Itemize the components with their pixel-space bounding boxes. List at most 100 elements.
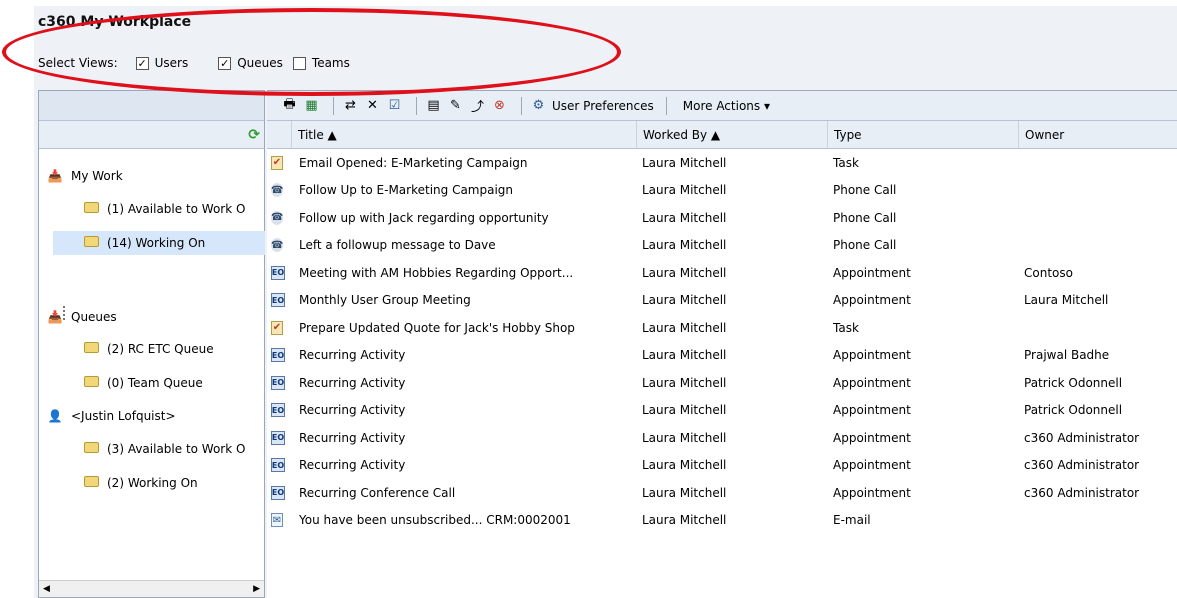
table-row[interactable]: EO Recurring Conference Call Laura Mitchel… <box>267 479 1177 507</box>
row-title[interactable]: Recurring Activity <box>299 397 634 425</box>
row-title[interactable]: Left a followup message to Dave <box>299 232 634 260</box>
row-title[interactable]: Recurring Activity <box>299 452 634 480</box>
row-title[interactable]: Prepare Updated Quote for Jack's Hobby S… <box>299 314 634 342</box>
row-worked-by: Laura Mitchell <box>642 513 727 528</box>
table-row[interactable]: ✔ Prepare Updated Quote for Jack's Hobby … <box>267 314 1177 342</box>
row-worked-by: Laura Mitchell <box>642 430 727 445</box>
tree-node-team-queue[interactable]: (0) Team Queue <box>81 371 203 395</box>
row-title[interactable]: Recurring Activity <box>299 342 634 370</box>
toolbar-separator <box>521 96 522 115</box>
column-header-title[interactable]: Title ▲ <box>291 121 636 149</box>
row-type-icon-cell: ☎ <box>271 177 291 205</box>
table-row[interactable]: ☎ Follow up with Jack regarding opportuni… <box>267 204 1177 232</box>
folder-icon <box>81 376 101 390</box>
row-type-icon-cell: ☎ <box>271 204 291 232</box>
row-title[interactable]: Email Opened: E-Marketing Campaign <box>299 149 634 177</box>
appointment-icon: EO <box>271 348 285 363</box>
tree-node-label: (0) Team Queue <box>107 376 203 390</box>
grid-rows: ✔ Email Opened: E-Marketing Campaign Laura… <box>267 149 1177 534</box>
assign-icon[interactable]: ⇄ <box>342 97 359 114</box>
users-checkbox[interactable]: ✓ Users <box>135 56 189 70</box>
tree-node-justin-lofquist[interactable]: 👤 <Justin Lofquist> <box>45 404 176 428</box>
checkbox-users-box[interactable]: ✓ <box>135 56 149 70</box>
row-type: Task <box>833 320 859 335</box>
tree-node-label: My Work <box>71 169 123 183</box>
toolbar-separator <box>416 96 417 115</box>
user-preferences-button[interactable]: User Preferences <box>552 99 654 113</box>
queues-checkbox-label: Queues <box>237 56 283 70</box>
row-title[interactable]: Monthly User Group Meeting <box>299 287 634 315</box>
table-row[interactable]: EO Recurring Activity Laura Mitchell Appoin… <box>267 452 1177 480</box>
row-title[interactable]: Follow up with Jack regarding opportunit… <box>299 204 634 232</box>
row-type: Task <box>833 155 859 170</box>
mark-complete-icon[interactable]: ☑ <box>386 97 403 114</box>
user-folder-icon: 📥 <box>47 310 63 324</box>
grid-toolbar: 🖶 ▦ ⇄ ✕ ☑ ▤ ✎ ⤴ ⊗ ⚙ User Preferences Mor… <box>267 91 1177 121</box>
tree-node-label: Queues <box>71 310 117 324</box>
table-row[interactable]: ✔ Email Opened: E-Marketing Campaign Laura… <box>267 149 1177 177</box>
teams-checkbox[interactable]: Teams <box>292 56 350 70</box>
row-type-icon-cell: EO <box>271 369 291 397</box>
toolbar-separator <box>333 96 334 115</box>
refresh-icon[interactable]: ⟳ <box>248 127 260 143</box>
row-title[interactable]: Recurring Conference Call <box>299 479 634 507</box>
row-worked-by: Laura Mitchell <box>642 348 727 363</box>
tree-node-available-to-work[interactable]: (1) Available to Work O <box>81 197 245 221</box>
row-title[interactable]: Follow Up to E-Marketing Campaign <box>299 177 634 205</box>
view-details-icon[interactable]: ▤ <box>425 97 442 114</box>
appointment-icon: EO <box>271 430 285 445</box>
row-type: Appointment <box>833 265 911 280</box>
horizontal-scrollbar[interactable]: ◀ ▶ <box>39 580 264 597</box>
remove-queue-icon[interactable]: ⊗ <box>491 97 508 114</box>
scroll-left-icon[interactable]: ◀ <box>43 584 50 594</box>
more-actions-button[interactable]: More Actions ▾ <box>683 99 770 113</box>
row-worked-by: Laura Mitchell <box>642 183 727 198</box>
row-title[interactable]: Meeting with AM Hobbies Regarding Opport… <box>299 259 634 287</box>
row-type: Appointment <box>833 375 911 390</box>
row-title[interactable]: Recurring Activity <box>299 424 634 452</box>
folder-icon <box>81 236 101 250</box>
tree-node-justin-working-on[interactable]: (2) Working On <box>81 471 198 495</box>
table-row[interactable]: ☎ Follow Up to E-Marketing Campaign Laura … <box>267 177 1177 205</box>
table-row[interactable]: EO Meeting with AM Hobbies Regarding Oppo… <box>267 259 1177 287</box>
tree-node-queues[interactable]: 📥 Queues <box>45 305 117 329</box>
tree-node-rc-etc-queue[interactable]: (2) RC ETC Queue <box>81 337 214 361</box>
checkbox-queues-box[interactable]: ✓ <box>218 56 232 70</box>
users-checkbox-label: Users <box>154 56 189 70</box>
row-type: E-mail <box>833 513 871 528</box>
table-row[interactable]: ✉ You have been unsubscribed... CRM:00020… <box>267 507 1177 535</box>
row-type: Appointment <box>833 485 911 500</box>
phone-call-icon: ☎ <box>271 238 284 253</box>
print-icon[interactable]: 🖶 <box>281 97 298 114</box>
delete-icon[interactable]: ✕ <box>364 97 381 114</box>
table-row[interactable]: EO Recurring Activity Laura Mitchell Appoin… <box>267 342 1177 370</box>
row-type-icon-cell: EO <box>271 259 291 287</box>
scroll-right-icon[interactable]: ▶ <box>253 584 260 594</box>
table-row[interactable]: EO Recurring Activity Laura Mitchell Appoin… <box>267 424 1177 452</box>
table-row[interactable]: EO Recurring Activity Laura Mitchell Appoin… <box>267 397 1177 425</box>
row-type: Appointment <box>833 348 911 363</box>
row-title[interactable]: Recurring Activity <box>299 369 634 397</box>
table-row[interactable]: EO Recurring Activity Laura Mitchell Appoin… <box>267 369 1177 397</box>
column-header-type[interactable]: Type <box>827 121 1018 149</box>
row-type-icon-cell: EO <box>271 424 291 452</box>
row-title[interactable]: You have been unsubscribed... CRM:000200… <box>299 507 634 535</box>
column-header-owner[interactable]: Owner <box>1018 121 1177 149</box>
release-icon[interactable]: ⤴ <box>469 97 486 115</box>
tree-node-my-work[interactable]: 📥 My Work <box>45 164 123 188</box>
edit-icon[interactable]: ✎ <box>447 97 464 114</box>
checkbox-teams-box[interactable] <box>292 56 306 70</box>
table-row[interactable]: EO Monthly User Group Meeting Laura Mitche… <box>267 287 1177 315</box>
row-owner: Contoso <box>1024 265 1073 280</box>
user-preferences-icon: ⚙ <box>532 98 545 113</box>
splitter-handle[interactable] <box>63 304 67 324</box>
column-header-worked-by[interactable]: Worked By ▲ <box>636 121 827 149</box>
tree-node-justin-available[interactable]: (3) Available to Work O <box>81 437 245 461</box>
task-icon: ✔ <box>271 155 283 170</box>
appointment-icon: EO <box>271 458 285 473</box>
tree-node-working-on[interactable]: (14) Working On <box>53 231 265 255</box>
export-excel-icon[interactable]: ▦ <box>303 97 320 114</box>
table-row[interactable]: ☎ Left a followup message to Dave Laura Mi… <box>267 232 1177 260</box>
row-type-icon-cell: EO <box>271 342 291 370</box>
queues-checkbox[interactable]: ✓ Queues <box>218 56 283 70</box>
